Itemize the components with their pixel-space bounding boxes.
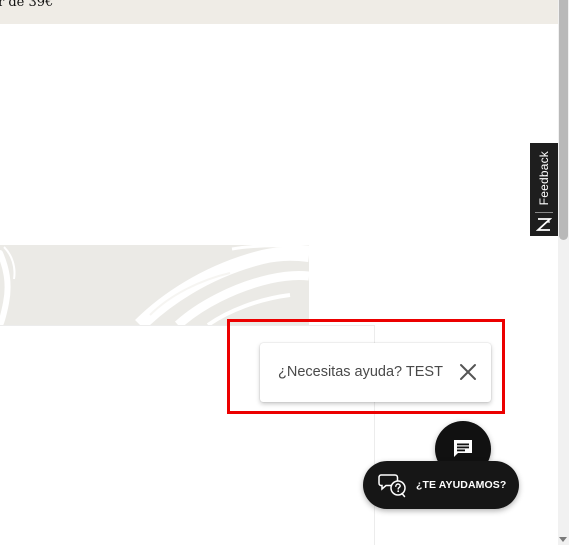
promo-banner-text: r de 39€ xyxy=(0,0,54,10)
feedback-tab[interactable]: Feedback xyxy=(530,143,558,236)
close-popup-button[interactable] xyxy=(459,363,477,381)
brand-logo-icon xyxy=(536,218,552,231)
page: r de 39€ Feedback ¿Necesitas ayuda? TEST xyxy=(0,0,569,545)
chat-bubble-icon xyxy=(454,440,472,457)
scroll-down-arrow-icon[interactable] xyxy=(559,537,567,542)
help-popup-text: ¿Necesitas ayuda? TEST xyxy=(278,364,443,380)
feedback-label: Feedback xyxy=(537,151,551,206)
question-chat-icon xyxy=(378,474,406,498)
promo-banner: r de 39€ xyxy=(0,0,558,24)
feedback-divider xyxy=(535,212,553,213)
close-icon xyxy=(460,364,476,380)
help-pill-button[interactable]: ¿TE AYUDAMOS? xyxy=(363,461,519,509)
help-pill-label: ¿TE AYUDAMOS? xyxy=(416,479,507,491)
scrollbar[interactable] xyxy=(558,0,569,545)
decorative-brush-strokes-icon xyxy=(0,245,309,325)
help-popup: ¿Necesitas ayuda? TEST xyxy=(260,343,491,402)
scrollbar-thumb[interactable] xyxy=(559,0,568,240)
hero-image xyxy=(0,245,309,325)
